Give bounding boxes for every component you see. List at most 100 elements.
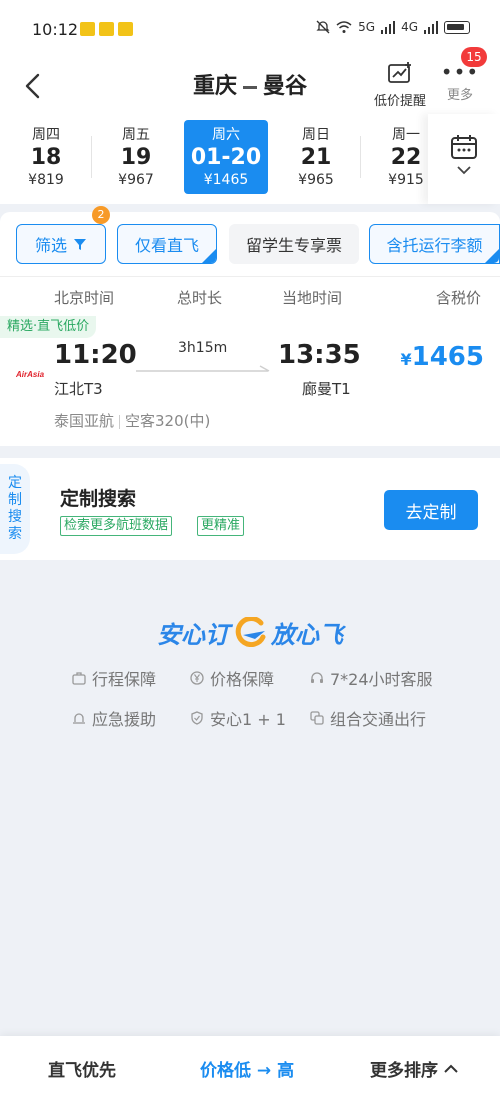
column-headers: 北京时间 总时长 当地时间 含税价 — [0, 276, 500, 316]
status-time: 10:12 — [32, 20, 79, 39]
yen-circle-icon — [190, 671, 204, 685]
date-weekday: 周四 — [32, 127, 60, 143]
alarm-icon — [73, 713, 85, 724]
svg-text:AirAsia: AirAsia — [16, 370, 44, 379]
app-notification-icon — [118, 22, 133, 36]
col-duration: 总时长 — [177, 289, 223, 307]
date-divider — [91, 136, 92, 178]
flight-arrow-icon — [136, 365, 270, 372]
results-card: 筛选 2 仅看直飞 留学生专享票 含托运行李额 北京时间 总时长 当地时间 含税… — [0, 206, 500, 446]
flight-meta: 泰国亚航 空客320(中) — [54, 410, 210, 431]
date-day: 18 — [30, 145, 62, 170]
signal-icon — [381, 20, 396, 34]
more-label: 更多 — [446, 88, 473, 103]
feature-label: 7*24小时客服 — [330, 670, 433, 689]
aircraft-type: 空客320(中) — [125, 412, 211, 430]
date-divider — [360, 136, 361, 178]
filter-badge: 2 — [92, 206, 110, 224]
direct-only-label: 仅看直飞 — [134, 236, 199, 255]
date-price: ¥1465 — [203, 172, 249, 188]
sort-price-low-high[interactable]: 价格低 → 高 — [200, 1056, 294, 1081]
flight-row[interactable]: 精选·直飞低价 AirAsia 11:20 3h15m 13:35 江北T3 廊… — [0, 316, 500, 446]
flight-duration: 3h15m — [178, 340, 228, 356]
departure-time: 11:20 — [54, 340, 137, 370]
col-beijing-time: 北京时间 — [54, 289, 115, 307]
date-item[interactable]: 周日 21 ¥965 — [274, 120, 358, 194]
date-price: ¥967 — [118, 172, 154, 188]
chevron-up-icon — [444, 1064, 458, 1073]
wifi-icon — [336, 20, 352, 33]
suitcase-icon — [72, 672, 86, 685]
calendar-button[interactable] — [428, 114, 500, 204]
date-day: 19 — [120, 145, 152, 170]
feature-label: 组合交通出行 — [330, 710, 427, 729]
student-fare-chip[interactable]: 留学生专享票 — [229, 224, 359, 264]
flight-price: ¥1465 — [400, 342, 484, 372]
more-badge: 15 — [461, 47, 487, 67]
trend-chart-icon — [388, 62, 411, 83]
header: 重庆 曼谷 低价提醒 ••• 更多 — [0, 60, 500, 114]
app-notification-icon — [99, 22, 114, 36]
chevron-down-icon — [457, 166, 471, 175]
date-day: 01-20 — [190, 145, 262, 170]
app-notification-icon — [80, 22, 95, 36]
date-price: ¥819 — [28, 172, 64, 188]
feature-label: 应急援助 — [92, 710, 157, 729]
custom-tag-more-data: 检索更多航班数据 — [60, 516, 173, 536]
origin-city: 重庆 — [192, 74, 237, 99]
assurance-left-text: 安心订 — [157, 620, 229, 649]
feature-label: 价格保障 — [210, 670, 275, 689]
swoosh-logo-icon — [235, 617, 266, 647]
calendar-icon — [451, 135, 477, 159]
date-item-selected[interactable]: 周六 01-20 ¥1465 — [184, 120, 268, 194]
arrival-airport: 廊曼T1 — [302, 380, 351, 398]
date-price: ¥965 — [298, 172, 334, 188]
custom-search-card: 定制搜索 定制搜索 检索更多航班数据 更精准 去定制 — [0, 458, 500, 560]
custom-search-title: 定制搜索 — [60, 488, 137, 510]
destination-city: 曼谷 — [263, 74, 308, 99]
baggage-chip[interactable]: 含托运行李额 — [369, 224, 500, 264]
status-bar: 10:12 5G 4G — [0, 0, 500, 60]
meta-divider — [119, 414, 121, 429]
price-symbol: ¥ — [400, 350, 412, 369]
price-alert-button[interactable]: 低价提醒 — [370, 62, 430, 109]
filter-label: 筛选 — [34, 236, 67, 255]
date-item[interactable]: 周五 19 ¥967 — [94, 120, 178, 194]
feature-label: 行程保障 — [92, 670, 157, 689]
custom-search-side-tab[interactable]: 定制搜索 — [0, 464, 30, 554]
date-selector: 周四 18 ¥819 周五 19 ¥967 周六 01-20 ¥1465 周日 … — [0, 114, 500, 204]
date-day: 21 — [300, 145, 332, 170]
signal-icon — [424, 20, 438, 34]
copy-icon — [310, 711, 324, 725]
feature-price-guarantee: 价格保障 — [190, 666, 274, 690]
flight-tag: 精选·直飞低价 — [0, 316, 97, 338]
sort-more-label: 更多排序 — [370, 1061, 438, 1081]
assurance-right-text: 放心飞 — [271, 620, 343, 649]
more-button[interactable]: ••• 更多 — [438, 62, 482, 103]
direct-only-chip[interactable]: 仅看直飞 — [117, 224, 217, 264]
status-indicators: 5G 4G — [316, 20, 470, 34]
baggage-label: 含托运行李额 — [386, 236, 483, 255]
network-5g: 5G — [358, 20, 376, 34]
sort-bar: 直飞优先 价格低 → 高 更多排序 — [0, 1036, 500, 1093]
date-weekday: 周六 — [212, 127, 240, 143]
battery-icon — [444, 20, 470, 34]
customize-button[interactable]: 去定制 — [384, 490, 478, 530]
custom-tag-precise: 更精准 — [197, 516, 245, 536]
price-alert-label: 低价提醒 — [373, 94, 426, 109]
departure-airport: 江北T3 — [54, 380, 103, 398]
sort-more-button[interactable]: 更多排序 — [370, 1056, 458, 1081]
student-fare-label: 留学生专享票 — [245, 236, 342, 255]
headset-icon — [311, 672, 323, 683]
selected-corner — [202, 249, 216, 263]
assurance-banner: 安心订 放心飞 — [0, 612, 500, 652]
filter-button[interactable]: 筛选 — [16, 224, 106, 264]
feature-customer-service: 7*24小时客服 — [310, 666, 433, 690]
col-tax-price: 含税价 — [436, 289, 482, 307]
date-item[interactable]: 周四 18 ¥819 — [4, 120, 88, 194]
feature-emergency-aid: 应急援助 — [72, 706, 156, 730]
notification-icons — [80, 22, 133, 36]
arrival-time: 13:35 — [278, 340, 361, 370]
selected-corner — [485, 249, 499, 263]
sort-direct-first[interactable]: 直飞优先 — [48, 1056, 116, 1081]
